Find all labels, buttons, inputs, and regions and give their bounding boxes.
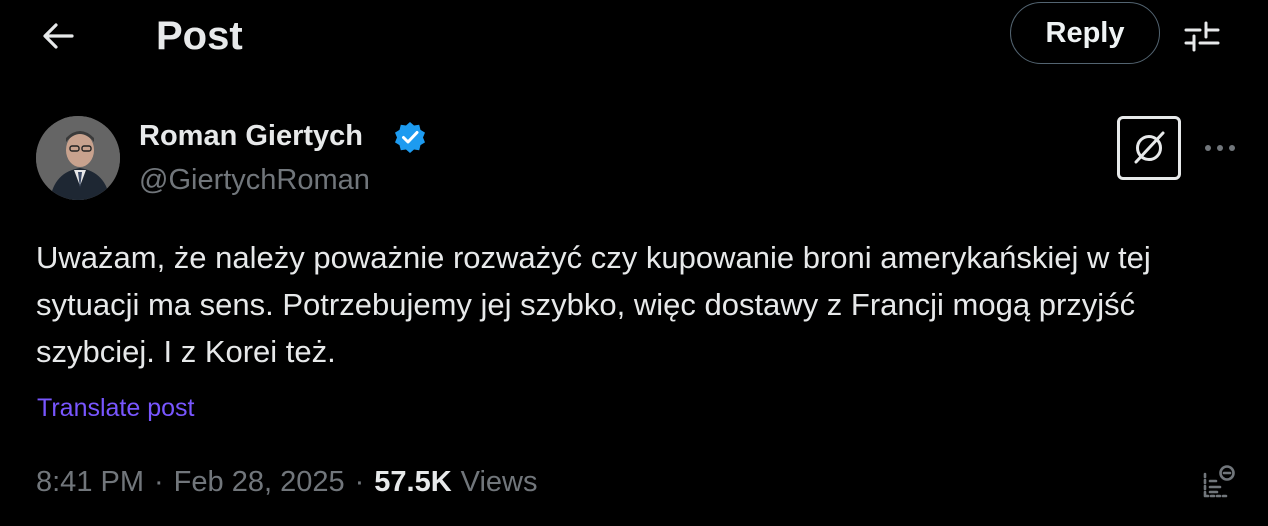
grok-icon [1134,131,1165,164]
more-horizontal-icon [1205,145,1235,151]
reply-button[interactable]: Reply [1010,2,1160,64]
back-button[interactable] [30,12,86,60]
verified-badge-icon [393,120,427,154]
meta-separator: · [354,466,365,498]
page-title: Post [156,14,243,58]
profile-photo [36,116,120,200]
post-text: Uważam, że należy poważnie rozważyć czy … [36,240,1151,369]
views-count: 57.5K [374,466,452,498]
meta-separator: · [154,466,164,498]
analytics-icon [1203,465,1235,498]
adjust-settings-button[interactable] [1178,14,1226,58]
translate-post-link[interactable]: Translate post [37,390,194,426]
adjustments-icon [1184,21,1220,52]
post-meta: 8:41 PM · Feb 28, 2025 · 57.5K Views [36,462,538,502]
author-handle[interactable]: @GiertychRoman [139,160,370,200]
more-options-button[interactable] [1198,130,1242,166]
views-label: Views [460,466,538,498]
post-time[interactable]: 8:41 PM [36,462,144,502]
post-date[interactable]: Feb 28, 2025 [174,462,345,502]
arrow-left-icon [43,23,74,49]
author-name[interactable]: Roman Giertych [139,116,363,156]
avatar[interactable] [36,116,120,200]
analytics-button[interactable] [1196,460,1242,504]
grok-button[interactable] [1117,116,1181,180]
